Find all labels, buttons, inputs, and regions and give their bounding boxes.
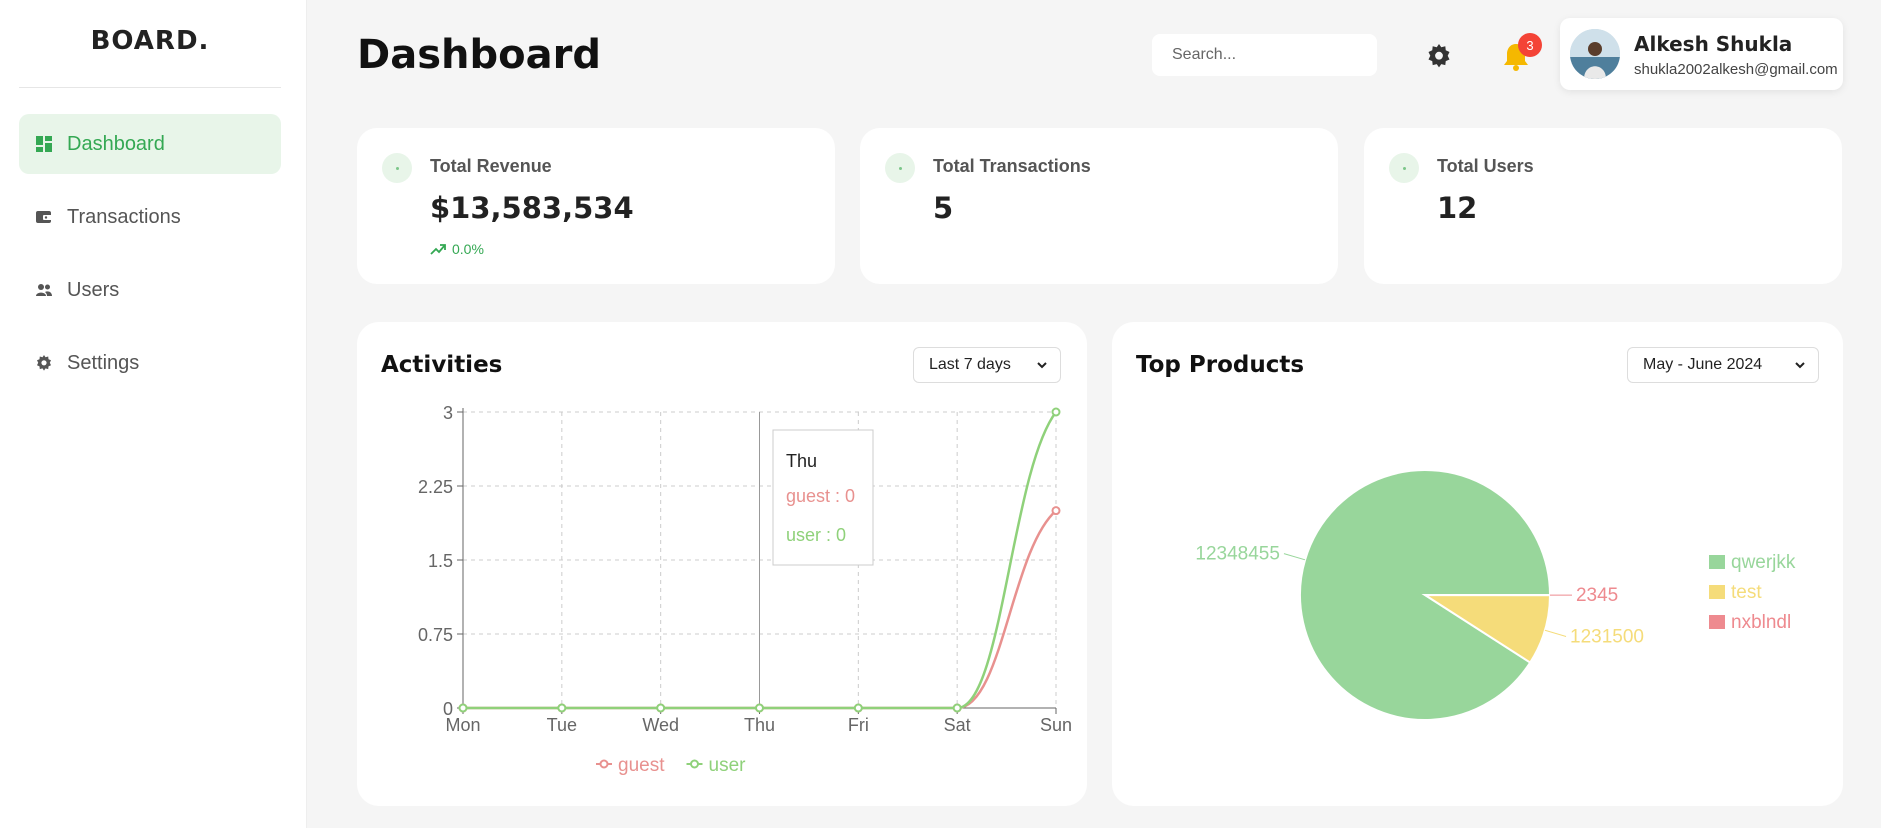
activities-chart: 00.751.52.253Mon Tue Wed Thu Fri Sat Sun guest… — [418, 403, 1072, 776]
legend-label-qwerjkk[interactable]: qwerjkk — [1731, 552, 1796, 573]
x-tick-label: Sat — [944, 715, 971, 735]
notifications-button[interactable]: 3 — [1502, 33, 1542, 72]
settings-button[interactable] — [1426, 43, 1452, 69]
search-input[interactable] — [1152, 34, 1377, 76]
legend-label-test[interactable]: test — [1731, 582, 1762, 603]
chart-tooltip: Thu guest : 0 user : 0 — [772, 429, 874, 566]
profile-name: Alkesh Shukla — [1634, 32, 1793, 56]
sidebar: BOARD. Dashboard Transactions Users Sett… — [0, 0, 307, 828]
sidebar-item-label: Transactions — [67, 205, 181, 228]
data-point-user[interactable] — [1051, 407, 1061, 417]
top-products-chart: 12348455 1231500 2345 qwerjkk test nxblndl — [1195, 469, 1796, 721]
data-point-user[interactable] — [755, 703, 764, 713]
x-tick-label: Wed — [642, 715, 679, 735]
stat-icon — [1389, 153, 1419, 183]
legend-label-user[interactable]: user — [709, 755, 747, 776]
y-tick-label: 2.25 — [418, 477, 453, 497]
stat-value: 12 — [1437, 191, 1478, 225]
y-tick-label: 1.5 — [428, 551, 453, 571]
legend-label-nxblndl[interactable]: nxblndl — [1731, 612, 1791, 633]
x-tick-label: Tue — [547, 715, 577, 735]
stat-card-users: Total Users 12 — [1364, 128, 1842, 284]
avatar — [1570, 29, 1620, 79]
stat-icon — [885, 153, 915, 183]
tooltip-guest: guest : 0 — [786, 486, 855, 506]
stat-trend-value: 0.0% — [452, 241, 484, 257]
stat-label: Total Transactions — [933, 156, 1091, 176]
stat-card-revenue: Total Revenue $13,583,534 0.0% — [357, 128, 835, 284]
stat-card-transactions: Total Transactions 5 — [860, 128, 1338, 284]
sidebar-item-dashboard[interactable]: Dashboard — [19, 114, 281, 174]
sidebar-item-label: Dashboard — [67, 132, 165, 155]
wallet-icon — [36, 209, 52, 225]
data-point-user[interactable] — [853, 703, 863, 713]
page-title: Dashboard — [357, 32, 601, 78]
legend-swatch — [1709, 615, 1725, 629]
pie-value-label: 1231500 — [1570, 626, 1644, 647]
pie-label-line — [1544, 629, 1567, 637]
sidebar-divider — [19, 87, 281, 88]
profile-card[interactable]: Alkesh Shukla shukla2002alkesh@gmail.com — [1560, 18, 1843, 90]
profile-email: shukla2002alkesh@gmail.com — [1634, 61, 1838, 78]
gear-icon — [36, 355, 52, 371]
stat-label: Total Users — [1437, 156, 1534, 176]
data-point-user[interactable] — [656, 703, 666, 713]
pie-value-label: 12348455 — [1195, 544, 1280, 565]
legend-swatch — [1709, 555, 1725, 569]
top-products-panel: Top Products May - June 2024 12348455 123… — [1112, 322, 1843, 806]
sidebar-nav: Dashboard Transactions Users Settings — [19, 114, 281, 406]
legend-marker — [690, 759, 699, 769]
sidebar-item-label: Users — [67, 278, 120, 301]
tooltip-user: user : 0 — [786, 525, 846, 545]
sidebar-item-label: Settings — [67, 351, 140, 374]
pie-label-line — [1283, 553, 1306, 561]
stat-trend: 0.0% — [430, 241, 484, 257]
y-tick-label: 0.75 — [418, 625, 453, 645]
legend-swatch — [1709, 585, 1725, 599]
pie-value-label: 2345 — [1576, 585, 1618, 606]
data-point-user[interactable] — [557, 703, 567, 713]
x-tick-label: Fri — [848, 715, 869, 735]
sidebar-item-settings[interactable]: Settings — [19, 333, 281, 393]
y-tick-label: 3 — [443, 403, 453, 423]
legend-label-guest[interactable]: guest — [618, 755, 665, 776]
x-tick-label: Thu — [744, 715, 775, 735]
stat-icon — [382, 153, 412, 183]
x-tick-label: Mon — [445, 715, 480, 735]
stat-value: 5 — [933, 191, 954, 225]
data-point-guest[interactable] — [1051, 506, 1061, 516]
trending-up-icon — [430, 244, 446, 255]
app-logo: BOARD. — [90, 26, 210, 56]
dashboard-icon — [36, 136, 52, 152]
sidebar-item-users[interactable]: Users — [19, 260, 281, 320]
stat-label: Total Revenue — [430, 156, 552, 176]
x-tick-label: Sun — [1040, 715, 1072, 735]
gear-icon — [1428, 44, 1450, 68]
notification-badge: 3 — [1518, 33, 1542, 57]
tooltip-day: Thu — [786, 451, 817, 471]
sidebar-item-transactions[interactable]: Transactions — [19, 187, 281, 247]
legend-marker — [599, 759, 609, 769]
stat-value: $13,583,534 — [430, 191, 634, 225]
data-point-user[interactable] — [458, 703, 468, 713]
data-point-user[interactable] — [952, 703, 962, 713]
users-icon — [36, 282, 52, 298]
activities-panel: Activities Last 7 days 0 0.75 1.5 2.25 3 Mon T… — [357, 322, 1087, 806]
